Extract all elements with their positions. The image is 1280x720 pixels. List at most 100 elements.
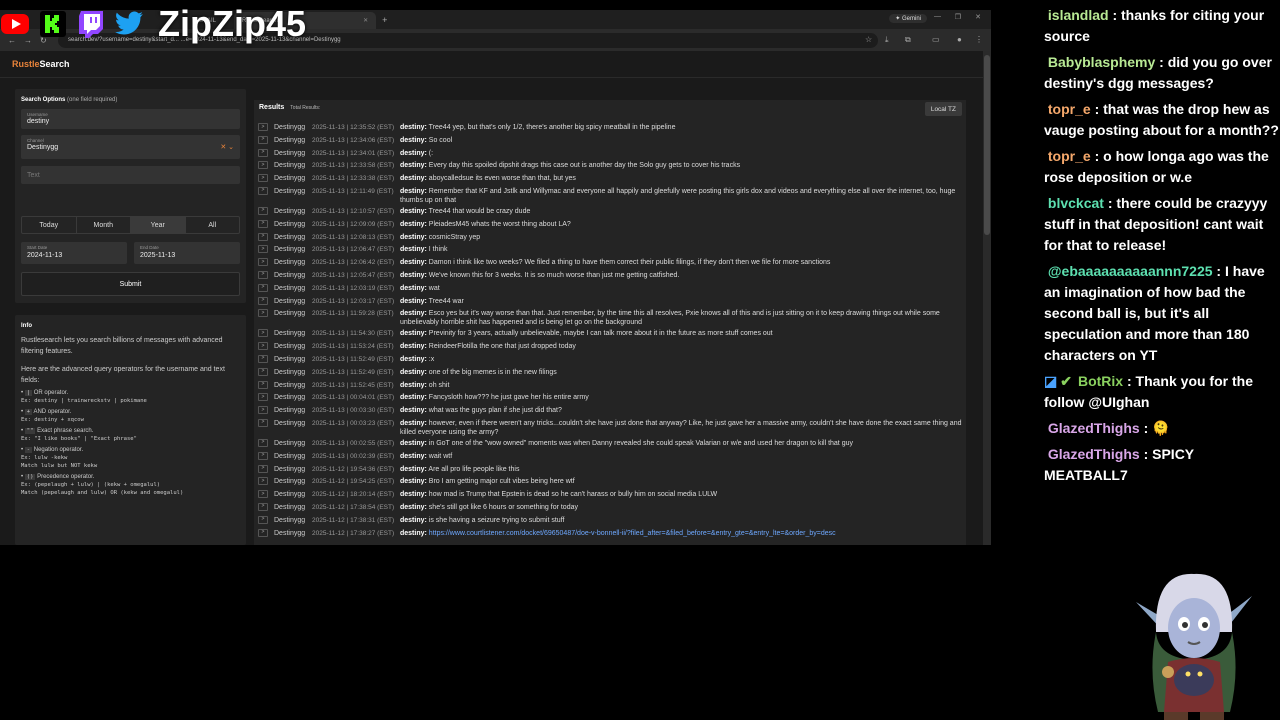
result-username[interactable]: destiny:	[400, 420, 427, 427]
result-username[interactable]: destiny:	[400, 478, 427, 485]
maximize-icon[interactable]: ❐	[955, 13, 961, 21]
result-channel[interactable]: Destinygg	[274, 174, 312, 183]
result-channel[interactable]: Destinygg	[274, 465, 312, 474]
result-channel[interactable]: Destinygg	[274, 258, 312, 267]
result-link[interactable]: https://www.courtlistener.com/docket/696…	[429, 530, 836, 537]
bookmark-star-icon[interactable]: ☆	[865, 35, 872, 44]
brand-logo[interactable]: RustleSearch	[12, 59, 70, 69]
expand-icon[interactable]: >	[258, 161, 268, 170]
result-channel[interactable]: Destinygg	[274, 381, 312, 390]
expand-icon[interactable]: >	[258, 186, 268, 195]
result-username[interactable]: destiny:	[400, 208, 427, 215]
expand-icon[interactable]: >	[258, 502, 268, 511]
clear-chevron-icon[interactable]: ✕ ⌄	[220, 143, 234, 151]
result-username[interactable]: destiny:	[400, 407, 427, 414]
result-username[interactable]: destiny:	[400, 259, 427, 266]
result-username[interactable]: destiny:	[400, 369, 427, 376]
gemini-button[interactable]: ✦ Gemini	[889, 14, 927, 23]
expand-icon[interactable]: >	[258, 232, 268, 241]
result-username[interactable]: destiny:	[400, 504, 427, 511]
result-channel[interactable]: Destinygg	[274, 309, 312, 318]
result-channel[interactable]: Destinygg	[274, 490, 312, 499]
scrollbar[interactable]	[983, 51, 991, 545]
range-all-button[interactable]: All	[186, 217, 240, 233]
result-channel[interactable]: Destinygg	[274, 207, 312, 216]
result-username[interactable]: destiny:	[400, 124, 427, 131]
result-username[interactable]: destiny:	[400, 298, 427, 305]
result-username[interactable]: destiny:	[400, 343, 427, 350]
expand-icon[interactable]: >	[258, 135, 268, 144]
result-channel[interactable]: Destinygg	[274, 355, 312, 364]
sidepanel-icon[interactable]: ▭	[932, 35, 940, 44]
result-username[interactable]: destiny:	[400, 530, 427, 537]
result-username[interactable]: destiny:	[400, 310, 427, 317]
expand-icon[interactable]: >	[258, 477, 268, 486]
expand-icon[interactable]: >	[258, 123, 268, 131]
minimize-icon[interactable]: —	[934, 13, 941, 20]
result-username[interactable]: destiny:	[400, 382, 427, 389]
result-channel[interactable]: Destinygg	[274, 271, 312, 280]
result-username[interactable]: destiny:	[400, 150, 427, 157]
result-username[interactable]: destiny:	[400, 330, 427, 337]
profile-icon[interactable]: ●	[957, 35, 962, 44]
result-username[interactable]: destiny:	[400, 162, 427, 169]
result-channel[interactable]: Destinygg	[274, 187, 312, 196]
expand-icon[interactable]: >	[258, 329, 268, 338]
result-channel[interactable]: Destinygg	[274, 452, 312, 461]
result-username[interactable]: destiny:	[400, 453, 427, 460]
close-window-icon[interactable]: ✕	[975, 13, 981, 21]
expand-icon[interactable]: >	[258, 148, 268, 157]
extensions-icon[interactable]: ⧉	[905, 35, 911, 45]
result-channel[interactable]: Destinygg	[274, 419, 312, 428]
expand-icon[interactable]: >	[258, 393, 268, 402]
result-username[interactable]: destiny:	[400, 285, 427, 292]
range-year-button[interactable]: Year	[131, 217, 186, 233]
result-username[interactable]: destiny:	[400, 491, 427, 498]
result-channel[interactable]: Destinygg	[274, 529, 312, 538]
channel-select[interactable]: Channel Destinygg ✕ ⌄	[21, 135, 240, 159]
close-icon[interactable]: ✕	[363, 17, 368, 24]
result-username[interactable]: destiny:	[400, 394, 427, 401]
result-channel[interactable]: Destinygg	[274, 245, 312, 254]
expand-icon[interactable]: >	[258, 270, 268, 279]
range-today-button[interactable]: Today	[22, 217, 77, 233]
expand-icon[interactable]: >	[258, 283, 268, 292]
local-tz-button[interactable]: Local TZ	[924, 102, 962, 116]
result-channel[interactable]: Destinygg	[274, 233, 312, 242]
result-channel[interactable]: Destinygg	[274, 284, 312, 293]
result-channel[interactable]: Destinygg	[274, 516, 312, 525]
start-date-field[interactable]: Start Date 2024-11-13	[21, 242, 127, 264]
expand-icon[interactable]: >	[258, 174, 268, 183]
result-channel[interactable]: Destinygg	[274, 503, 312, 512]
scrollbar-thumb[interactable]	[984, 55, 990, 235]
result-channel[interactable]: Destinygg	[274, 136, 312, 145]
expand-icon[interactable]: >	[258, 418, 268, 427]
download-icon[interactable]: ⤓	[885, 35, 889, 45]
result-channel[interactable]: Destinygg	[274, 220, 312, 229]
expand-icon[interactable]: >	[258, 438, 268, 447]
result-username[interactable]: destiny:	[400, 356, 427, 363]
result-username[interactable]: destiny:	[400, 234, 427, 241]
result-username[interactable]: destiny:	[400, 517, 427, 524]
expand-icon[interactable]: >	[258, 296, 268, 305]
expand-icon[interactable]: >	[258, 528, 268, 537]
expand-icon[interactable]: >	[258, 354, 268, 363]
result-channel[interactable]: Destinygg	[274, 406, 312, 415]
expand-icon[interactable]: >	[258, 309, 268, 318]
expand-icon[interactable]: >	[258, 206, 268, 215]
submit-button[interactable]: Submit	[21, 272, 240, 296]
result-username[interactable]: destiny:	[400, 272, 427, 279]
expand-icon[interactable]: >	[258, 219, 268, 228]
result-username[interactable]: destiny:	[400, 221, 427, 228]
text-field[interactable]: Text	[21, 166, 240, 184]
result-channel[interactable]: Destinygg	[274, 149, 312, 158]
expand-icon[interactable]: >	[258, 451, 268, 460]
result-username[interactable]: destiny:	[400, 175, 427, 182]
expand-icon[interactable]: >	[258, 464, 268, 473]
result-username[interactable]: destiny:	[400, 137, 427, 144]
result-username[interactable]: destiny:	[400, 440, 427, 447]
expand-icon[interactable]: >	[258, 258, 268, 267]
result-channel[interactable]: Destinygg	[274, 297, 312, 306]
end-date-field[interactable]: End Date 2025-11-13	[134, 242, 240, 264]
expand-icon[interactable]: >	[258, 515, 268, 524]
